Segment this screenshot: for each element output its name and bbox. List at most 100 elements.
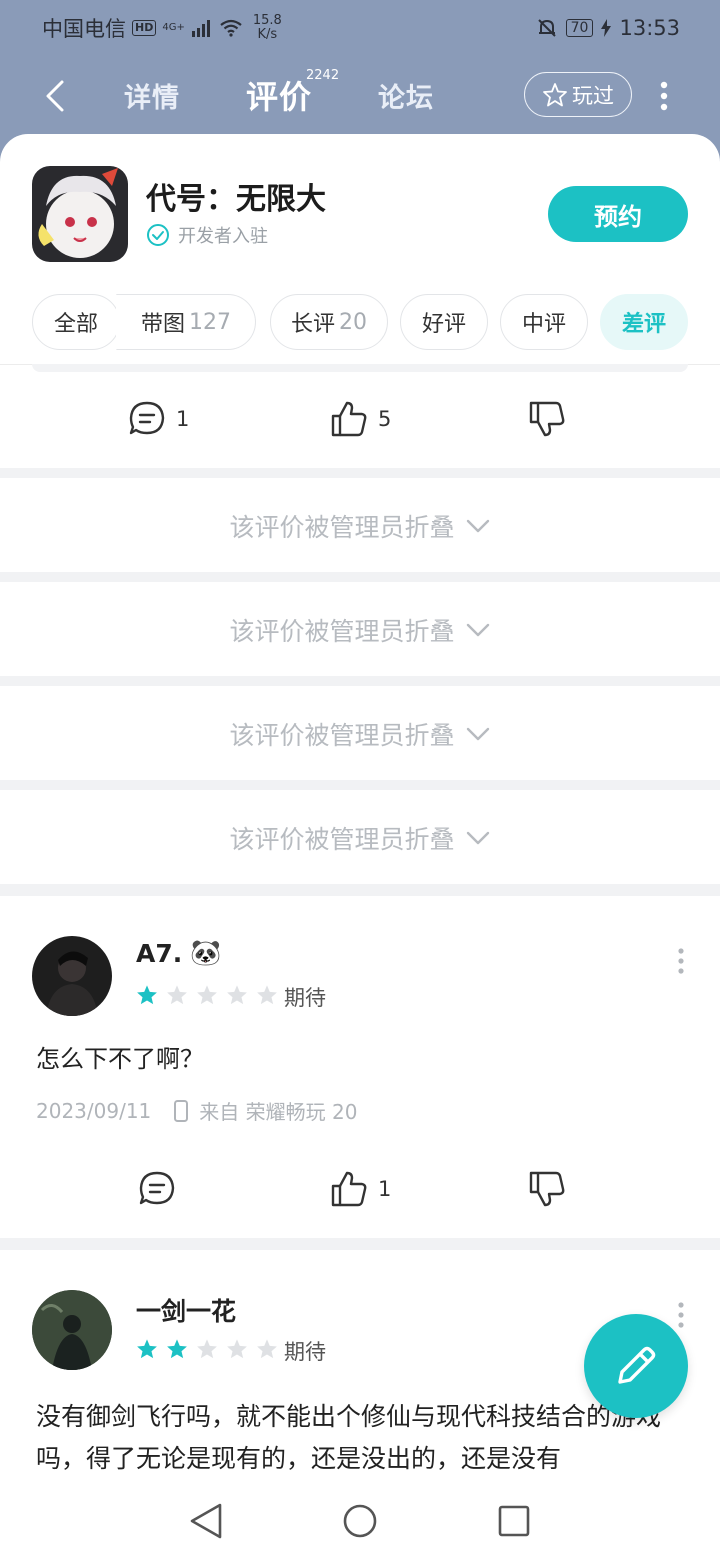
comment-icon — [139, 1171, 175, 1205]
review-actions: 1 5 — [0, 390, 720, 450]
top-nav: 详情 评价 2242 论坛 玩过 — [0, 56, 720, 136]
more-vertical-icon[interactable] — [650, 76, 678, 116]
like-count: 1 — [378, 1177, 392, 1201]
dislike-button[interactable] — [528, 1170, 566, 1208]
more-vertical-icon[interactable] — [672, 946, 690, 976]
rating-stars — [136, 1338, 278, 1360]
thumbs-up-icon — [331, 1171, 367, 1207]
review-count-badge: 2242 — [306, 68, 340, 83]
developer-label: 开发者入驻 — [178, 226, 268, 247]
system-nav-bar — [0, 1480, 720, 1560]
thumbs-up-icon — [331, 401, 367, 437]
battery-indicator: 70 — [565, 19, 594, 37]
game-title: 代号：无限大 — [146, 182, 326, 217]
chevron-down-icon — [466, 623, 489, 637]
avatar[interactable] — [32, 936, 112, 1016]
separator — [0, 1238, 720, 1250]
carrier-label: 中国电信 — [42, 17, 126, 41]
write-review-button[interactable] — [584, 1314, 688, 1418]
separator — [0, 780, 720, 790]
filter-neutral[interactable]: 中评 — [500, 294, 588, 350]
home-circle-icon[interactable] — [342, 1502, 378, 1540]
comment-button[interactable] — [138, 1170, 176, 1208]
chevron-down-icon — [466, 727, 489, 741]
back-arrow-icon[interactable] — [38, 76, 78, 116]
tab-details[interactable]: 详情 — [124, 76, 180, 115]
more-vertical-icon[interactable] — [672, 1300, 690, 1330]
mute-bell-icon — [537, 19, 556, 37]
comment-count: 1 — [176, 407, 190, 431]
chevron-down-icon — [466, 519, 489, 533]
folded-review[interactable]: 该评价被管理员折叠 — [0, 792, 720, 884]
review-text: 怎么下不了啊？ — [36, 1045, 204, 1073]
filter-long[interactable]: 长评 20 — [270, 294, 388, 350]
review-username[interactable]: A7. 🐼 — [136, 938, 221, 968]
filter-negative[interactable]: 差评 — [600, 294, 688, 350]
comment-icon — [129, 401, 165, 435]
review-meta: 2023/09/11 来自 荣耀畅玩 20 — [36, 1096, 357, 1125]
review-username[interactable]: 一剑一花 — [136, 1292, 236, 1328]
review-text: 没有御剑飞行吗，就不能出个修仙与现代科技结合的游戏吗，得了无论是现有的，还是没出… — [36, 1402, 662, 1473]
net-speed: 15.8 K/s — [252, 13, 282, 42]
star-icon — [197, 1339, 217, 1359]
avatar[interactable] — [32, 1290, 112, 1370]
filter-with-images[interactable]: 带图 127 — [116, 294, 256, 350]
dislike-button[interactable] — [528, 400, 566, 438]
folded-review[interactable]: 该评价被管理员折叠 — [0, 688, 720, 780]
charging-icon — [601, 19, 612, 37]
separator — [0, 676, 720, 686]
comment-button[interactable]: 1 — [128, 400, 189, 438]
game-header: 代号：无限大 开发者入驻 预约 — [0, 134, 720, 284]
played-label: 玩过 — [572, 83, 614, 108]
star-icon — [167, 1339, 187, 1359]
status-bar: 中国电信 HD 4G+ 15.8 K/s 70 13:53 — [0, 0, 720, 56]
review-actions: 1 — [0, 1160, 720, 1220]
separator — [0, 884, 720, 896]
thumbs-down-icon — [529, 401, 565, 437]
pencil-icon — [618, 1346, 656, 1384]
previous-review-edge — [32, 364, 688, 372]
filter-all[interactable]: 全部 — [32, 294, 120, 350]
star-icon — [137, 985, 157, 1005]
folded-review[interactable]: 该评价被管理员折叠 — [0, 480, 720, 572]
recents-square-icon[interactable] — [496, 1502, 532, 1540]
rating-stars — [136, 984, 278, 1006]
separator — [0, 572, 720, 582]
star-icon — [167, 985, 187, 1005]
star-icon — [257, 1339, 277, 1359]
tab-reviews[interactable]: 评价 — [246, 72, 312, 118]
chevron-down-icon — [466, 831, 489, 845]
reserve-button[interactable]: 预约 — [548, 186, 688, 242]
star-icon — [257, 985, 277, 1005]
back-triangle-icon[interactable] — [188, 1502, 224, 1540]
star-icon — [227, 985, 247, 1005]
rating-label: 期待 — [284, 986, 326, 1010]
check-circle-icon — [147, 224, 169, 246]
review-date: 2023/09/11 — [36, 1098, 152, 1123]
network-type: 4G+ — [162, 22, 185, 33]
review-device: 来自 荣耀畅玩 20 — [199, 1100, 358, 1124]
star-icon — [227, 1339, 247, 1359]
phone-icon — [174, 1099, 189, 1122]
like-button[interactable]: 1 — [330, 1170, 391, 1208]
game-icon[interactable] — [32, 166, 128, 262]
separator — [0, 468, 720, 478]
content-card: 代号：无限大 开发者入驻 预约 全部 带图127 长评20 好评 中评 差评 — [0, 134, 720, 1560]
played-button[interactable]: 玩过 — [524, 72, 632, 117]
hd-badge: HD — [132, 20, 157, 36]
wifi-icon — [220, 19, 242, 37]
star-icon — [197, 985, 217, 1005]
star-plus-icon — [543, 82, 567, 106]
thumbs-down-icon — [529, 1171, 565, 1207]
star-icon — [137, 1339, 157, 1359]
filter-positive[interactable]: 好评 — [400, 294, 488, 350]
like-count: 5 — [378, 407, 392, 431]
developer-verified: 开发者入驻 — [146, 222, 268, 248]
tab-forum[interactable]: 论坛 — [378, 76, 434, 115]
signal-icon — [191, 20, 210, 37]
rating-label: 期待 — [284, 1340, 326, 1364]
like-button[interactable]: 5 — [330, 400, 391, 438]
folded-review[interactable]: 该评价被管理员折叠 — [0, 584, 720, 676]
clock: 13:53 — [619, 16, 680, 40]
review-filters: 全部 带图 127 长评 20 好评 中评 差评 — [0, 294, 720, 364]
